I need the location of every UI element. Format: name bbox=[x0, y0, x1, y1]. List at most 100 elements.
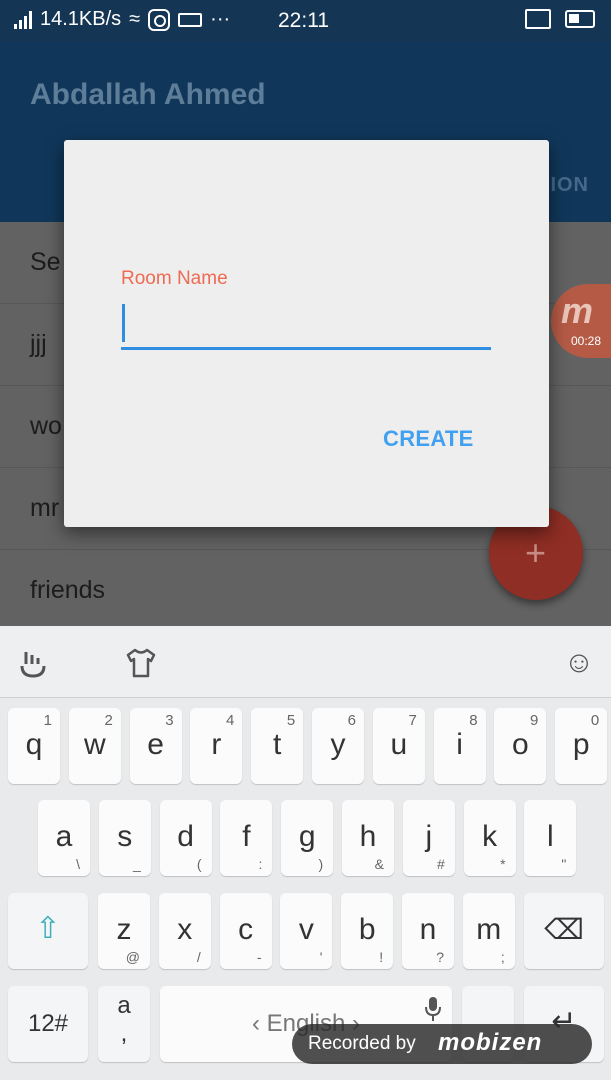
key-label: l bbox=[547, 820, 554, 853]
room-name-label: Room Name bbox=[121, 268, 228, 289]
key-symbol-hint: # bbox=[437, 856, 445, 872]
key-number-hint: 5 bbox=[286, 712, 296, 729]
key-z[interactable]: z @ bbox=[98, 893, 150, 969]
numbers-key[interactable]: 12# bbox=[8, 986, 88, 1062]
key-x[interactable]: x / bbox=[158, 893, 211, 969]
key-symbol-hint: ) bbox=[318, 856, 324, 872]
key-p[interactable]: p0 bbox=[555, 708, 608, 784]
list-item-label: jjj bbox=[30, 330, 47, 358]
key-label: h bbox=[359, 820, 377, 853]
key-number-hint: 6 bbox=[347, 712, 356, 729]
key-j[interactable]: j # bbox=[402, 800, 455, 876]
emoji-icon[interactable]: ☺ bbox=[562, 646, 596, 680]
key-symbol-hint: ; bbox=[500, 949, 505, 965]
instagram-icon bbox=[148, 8, 171, 31]
key-d[interactable]: d( bbox=[159, 800, 212, 876]
key-label: o bbox=[512, 728, 529, 761]
key-label: j bbox=[425, 820, 433, 853]
key-q[interactable]: q1 bbox=[8, 708, 60, 784]
soft-keyboard: ☺ ⇧ ⌫ 12# a , ‹ English › ↵ q1w2e3r4t5y6… bbox=[0, 626, 611, 1080]
key-u[interactable]: u7 bbox=[372, 708, 425, 784]
key-label: d bbox=[177, 820, 194, 853]
key-label: u bbox=[390, 728, 408, 761]
key-l[interactable]: l " bbox=[524, 800, 577, 876]
key-label: n bbox=[419, 913, 437, 946]
key-t[interactable]: t5 bbox=[251, 708, 304, 784]
key-number-hint: 4 bbox=[226, 712, 235, 729]
key-label: v bbox=[298, 913, 314, 946]
key-symbol-hint: : bbox=[258, 856, 263, 872]
key-label: i bbox=[456, 728, 463, 761]
key-symbol-hint: / bbox=[196, 949, 201, 965]
network-speed: 14.1KB/s bbox=[40, 8, 122, 30]
key-label: q bbox=[25, 728, 43, 761]
shift-icon: ⇧ bbox=[35, 912, 61, 945]
key-number-hint: 7 bbox=[408, 712, 417, 729]
signal-icon bbox=[14, 10, 32, 29]
key-label: b bbox=[358, 913, 376, 946]
key-e[interactable]: e3 bbox=[129, 708, 182, 784]
mobizen-logo: mobizen bbox=[438, 1029, 543, 1056]
list-item-label: friends bbox=[30, 576, 106, 604]
recording-watermark: Recorded by mobizen bbox=[292, 1024, 592, 1064]
key-symbol-hint: \ bbox=[76, 856, 80, 872]
key-label: t bbox=[273, 728, 282, 761]
shift-key[interactable]: ⇧ bbox=[8, 893, 88, 969]
wifi-icon: ≈ bbox=[129, 8, 141, 30]
key-symbol-hint: ( bbox=[196, 856, 202, 872]
key-n[interactable]: n? bbox=[402, 893, 454, 969]
status-right bbox=[525, 9, 595, 29]
key-y[interactable]: y6 bbox=[312, 708, 364, 784]
key-symbol-hint: - bbox=[256, 949, 262, 965]
recorder-elapsed: 00:28 bbox=[571, 334, 602, 348]
create-button[interactable]: CREATE bbox=[369, 420, 488, 458]
key-label: p bbox=[572, 728, 590, 761]
key-h[interactable]: h & bbox=[342, 800, 394, 876]
key-label: y bbox=[330, 728, 346, 761]
key-label: f bbox=[242, 820, 251, 853]
key-symbol-hint: _ bbox=[133, 856, 141, 872]
key-label: a bbox=[55, 820, 73, 853]
key-label: r bbox=[211, 728, 222, 761]
key-label: x bbox=[177, 913, 193, 946]
tab-partial-label[interactable]: ION bbox=[550, 174, 589, 197]
key-label: s bbox=[117, 820, 133, 853]
key-f[interactable]: f: bbox=[220, 800, 273, 876]
key-g[interactable]: g) bbox=[281, 800, 334, 876]
plus-icon: + bbox=[525, 532, 547, 573]
key-w[interactable]: w2 bbox=[68, 708, 121, 784]
key-v[interactable]: v ' bbox=[280, 893, 333, 969]
punctuation-key-label: a bbox=[117, 992, 131, 1019]
key-c[interactable]: c- bbox=[219, 893, 272, 969]
microphone-icon bbox=[424, 996, 442, 1027]
key-a[interactable]: a \ bbox=[38, 800, 90, 876]
list-item-label: Se bbox=[30, 248, 61, 276]
key-number-hint: 0 bbox=[590, 712, 600, 729]
backspace-icon: ⌫ bbox=[544, 914, 584, 945]
key-k[interactable]: k * bbox=[463, 800, 516, 876]
theme-shirt-icon[interactable] bbox=[124, 646, 158, 680]
key-symbol-hint: " bbox=[561, 856, 567, 872]
key-b[interactable]: b! bbox=[341, 893, 394, 969]
backspace-key[interactable]: ⌫ bbox=[524, 893, 604, 969]
status-left: 14.1KB/s ≈ ··· bbox=[14, 8, 230, 31]
key-r[interactable]: r4 bbox=[190, 708, 243, 784]
key-number-hint: 9 bbox=[530, 712, 539, 729]
key-s[interactable]: s _ bbox=[98, 800, 151, 876]
key-m[interactable]: m; bbox=[462, 893, 515, 969]
key-i[interactable]: i8 bbox=[433, 708, 486, 784]
key-o[interactable]: o9 bbox=[494, 708, 547, 784]
key-label: m bbox=[476, 913, 502, 946]
punctuation-key-sub: , bbox=[120, 1020, 128, 1047]
clock: 22:11 bbox=[278, 9, 329, 32]
create-room-dialog: Room Name CREATE bbox=[64, 140, 549, 527]
status-bar: 14.1KB/s ≈ ··· 22:11 bbox=[0, 0, 611, 42]
punctuation-key[interactable]: a , bbox=[98, 986, 150, 1062]
list-item-label: mr bbox=[30, 494, 60, 522]
key-label: k bbox=[482, 820, 498, 853]
swype-hand-icon[interactable] bbox=[16, 646, 50, 680]
key-symbol-hint: @ bbox=[125, 949, 140, 965]
room-name-input[interactable] bbox=[121, 298, 491, 350]
key-number-hint: 3 bbox=[165, 712, 174, 729]
more-notifications-icon: ··· bbox=[210, 8, 231, 30]
